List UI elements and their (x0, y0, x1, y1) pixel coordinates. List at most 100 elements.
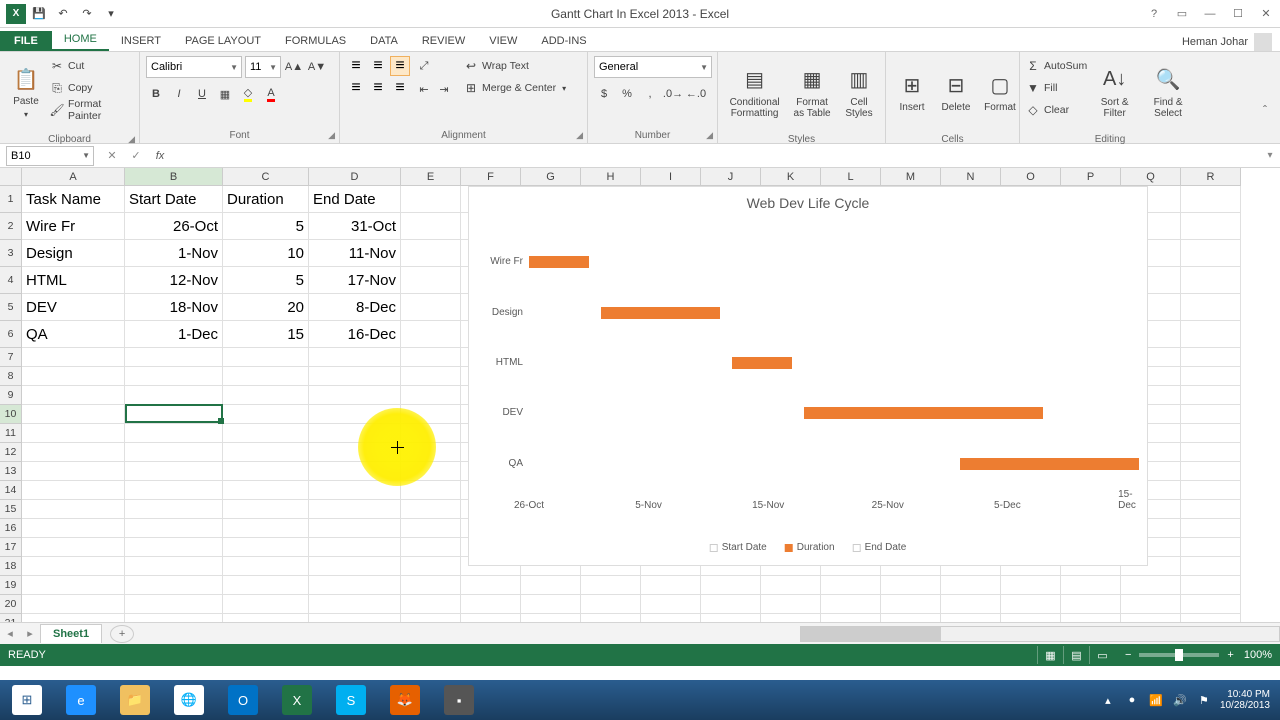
row-header-2[interactable]: 2 (0, 213, 22, 240)
zoom-in-button[interactable]: + (1227, 649, 1233, 661)
cell-A1[interactable]: Task Name (22, 186, 125, 213)
align-middle-button[interactable]: ≡ (368, 56, 388, 76)
cell-D16[interactable] (309, 519, 401, 538)
column-header-F[interactable]: F (461, 168, 521, 186)
tab-review[interactable]: REVIEW (410, 31, 477, 51)
clipboard-launcher-icon[interactable]: ◢ (128, 134, 135, 145)
wrap-text-button[interactable]: ↩Wrap Text (464, 56, 566, 76)
cell-C15[interactable] (223, 500, 309, 519)
cell-B11[interactable] (125, 424, 223, 443)
row-header-3[interactable]: 3 (0, 240, 22, 267)
cell-E14[interactable] (401, 481, 461, 500)
cell-R12[interactable] (1181, 443, 1241, 462)
cell-C20[interactable] (223, 595, 309, 614)
tab-file[interactable]: FILE (0, 31, 52, 51)
cell-I19[interactable] (641, 576, 701, 595)
column-header-R[interactable]: R (1181, 168, 1241, 186)
cell-R2[interactable] (1181, 213, 1241, 240)
cell-A20[interactable] (22, 595, 125, 614)
cell-A3[interactable]: Design (22, 240, 125, 267)
cell-F20[interactable] (461, 595, 521, 614)
align-right-button[interactable]: ≡ (390, 78, 410, 98)
cell-styles-button[interactable]: ▥Cell Styles (839, 56, 879, 128)
cell-I20[interactable] (641, 595, 701, 614)
close-button[interactable]: ✕ (1252, 2, 1280, 26)
cell-C3[interactable]: 10 (223, 240, 309, 267)
cell-E2[interactable] (401, 213, 461, 240)
font-name-select[interactable]: Calibri▼ (146, 56, 242, 78)
column-header-K[interactable]: K (761, 168, 821, 186)
column-header-D[interactable]: D (309, 168, 401, 186)
insert-function-button[interactable]: fx (148, 146, 172, 166)
zoom-level[interactable]: 100% (1244, 649, 1272, 661)
cell-B15[interactable] (125, 500, 223, 519)
gantt-bar-qa[interactable] (960, 458, 1139, 470)
cell-C19[interactable] (223, 576, 309, 595)
cell-E15[interactable] (401, 500, 461, 519)
cell-R14[interactable] (1181, 481, 1241, 500)
cell-M21[interactable] (881, 614, 941, 622)
format-painter-button[interactable]: 🖌Format Painter (50, 100, 133, 120)
cell-G19[interactable] (521, 576, 581, 595)
font-size-select[interactable]: 11▼ (245, 56, 281, 78)
worksheet[interactable]: ABCDEFGHIJKLMNOPQR 123456789101112131415… (0, 168, 1280, 622)
cell-D12[interactable] (309, 443, 401, 462)
cell-A2[interactable]: Wire Fr (22, 213, 125, 240)
row-header-13[interactable]: 13 (0, 462, 22, 481)
cell-H21[interactable] (581, 614, 641, 622)
ribbon-display-button[interactable]: ▭ (1168, 2, 1196, 26)
cell-E19[interactable] (401, 576, 461, 595)
enter-formula-button[interactable]: ✓ (124, 146, 148, 166)
cell-E12[interactable] (401, 443, 461, 462)
sort-filter-button[interactable]: A↓Sort & Filter (1091, 56, 1138, 128)
cell-R19[interactable] (1181, 576, 1241, 595)
cell-R15[interactable] (1181, 500, 1241, 519)
cell-A9[interactable] (22, 386, 125, 405)
add-sheet-button[interactable]: + (110, 625, 134, 643)
cell-L19[interactable] (821, 576, 881, 595)
row-header-14[interactable]: 14 (0, 481, 22, 500)
tab-formulas[interactable]: FORMULAS (273, 31, 358, 51)
column-header-M[interactable]: M (881, 168, 941, 186)
tray-volume-icon[interactable]: 🔊 (1172, 692, 1188, 708)
row-header-21[interactable]: 21 (0, 614, 22, 622)
column-header-B[interactable]: B (125, 168, 223, 186)
cell-C6[interactable]: 15 (223, 321, 309, 348)
format-cells-button[interactable]: ▢Format (980, 56, 1020, 128)
column-header-I[interactable]: I (641, 168, 701, 186)
row-header-4[interactable]: 4 (0, 267, 22, 294)
row-header-16[interactable]: 16 (0, 519, 22, 538)
cell-A11[interactable] (22, 424, 125, 443)
cell-I21[interactable] (641, 614, 701, 622)
name-box[interactable]: B10▼ (6, 146, 94, 166)
formula-input[interactable] (178, 146, 1260, 166)
cell-C13[interactable] (223, 462, 309, 481)
copy-button[interactable]: ⎘Copy (50, 78, 133, 98)
border-button[interactable]: ▦ (215, 84, 235, 104)
cell-A14[interactable] (22, 481, 125, 500)
cell-D21[interactable] (309, 614, 401, 622)
cell-A19[interactable] (22, 576, 125, 595)
cell-H20[interactable] (581, 595, 641, 614)
cell-C18[interactable] (223, 557, 309, 576)
cell-R6[interactable] (1181, 321, 1241, 348)
cell-R20[interactable] (1181, 595, 1241, 614)
cell-D2[interactable]: 31-Oct (309, 213, 401, 240)
cell-E17[interactable] (401, 538, 461, 557)
cell-D15[interactable] (309, 500, 401, 519)
cell-Q19[interactable] (1121, 576, 1181, 595)
underline-button[interactable]: U (192, 84, 212, 104)
column-header-E[interactable]: E (401, 168, 461, 186)
cell-D4[interactable]: 17-Nov (309, 267, 401, 294)
cell-B18[interactable] (125, 557, 223, 576)
row-header-12[interactable]: 12 (0, 443, 22, 462)
cell-B8[interactable] (125, 367, 223, 386)
cell-E20[interactable] (401, 595, 461, 614)
expand-formula-bar-button[interactable]: ▾ (1260, 150, 1280, 161)
cell-R7[interactable] (1181, 348, 1241, 367)
cell-B16[interactable] (125, 519, 223, 538)
decrease-indent-button[interactable]: ⇤ (414, 79, 434, 99)
cell-J19[interactable] (701, 576, 761, 595)
cell-C8[interactable] (223, 367, 309, 386)
row-header-15[interactable]: 15 (0, 500, 22, 519)
